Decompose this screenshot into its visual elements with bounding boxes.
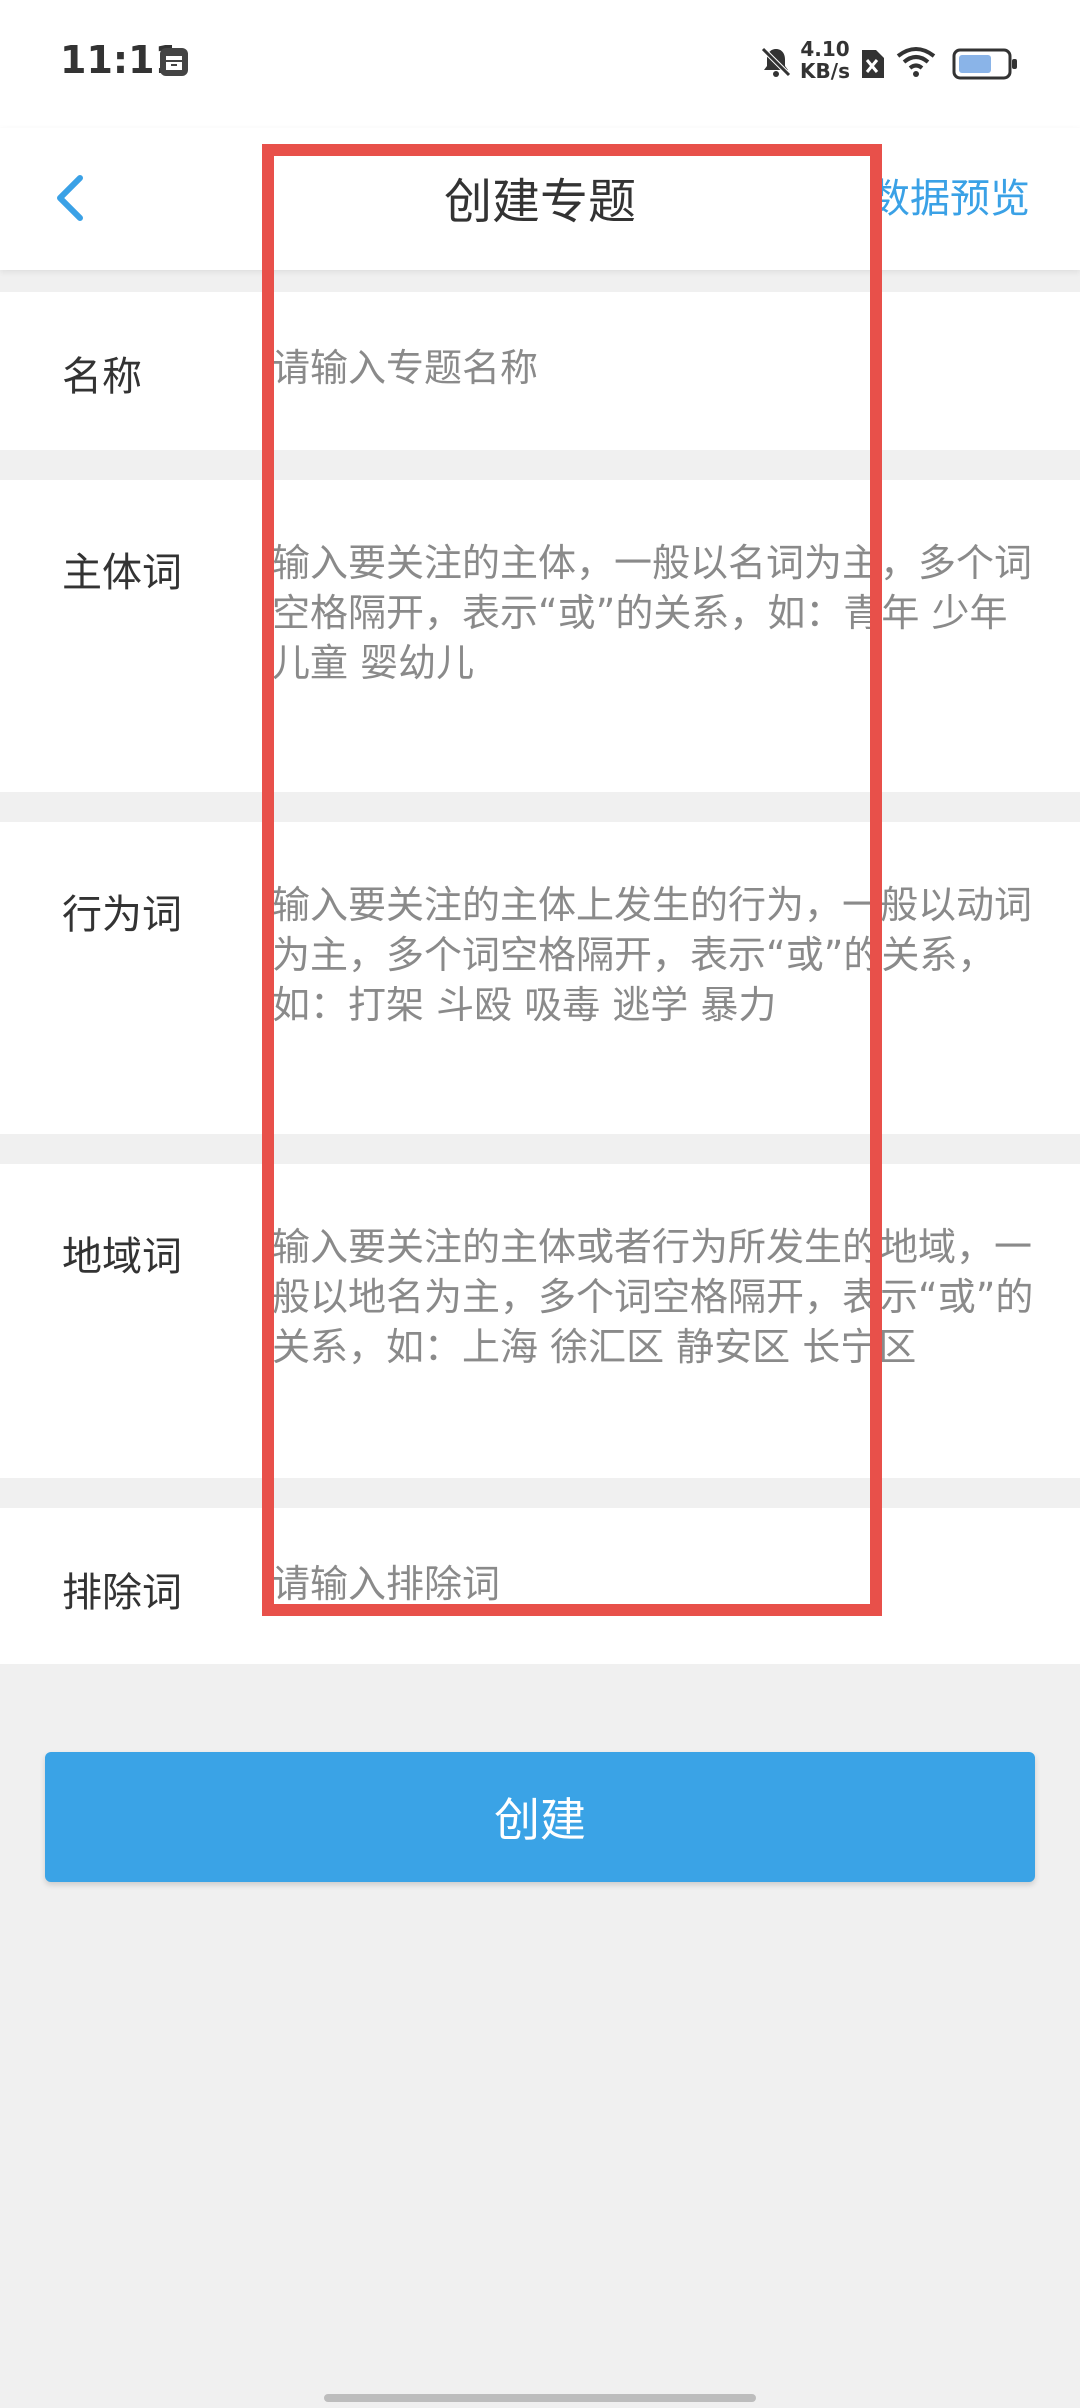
wifi-icon xyxy=(896,47,936,77)
mute-bell-icon xyxy=(761,47,791,77)
name-label: 名称 xyxy=(62,354,142,400)
subject-row: 主体词 xyxy=(0,480,1080,792)
app-header: 创建专题 数据预览 xyxy=(0,128,1080,270)
exclude-row: 排除词 xyxy=(0,1508,1080,1664)
network-speed: 4.10 KB/s xyxy=(800,38,850,82)
region-row: 地域词 xyxy=(0,1164,1080,1478)
network-speed-value: 4.10 xyxy=(800,37,850,61)
behavior-input[interactable] xyxy=(272,880,1050,1090)
region-label: 地域词 xyxy=(62,1234,182,1280)
network-speed-unit: KB/s xyxy=(800,59,850,83)
status-bar: 11:11 4.10 KB/s xyxy=(0,0,1080,128)
app-notification-icon xyxy=(160,48,188,76)
exclude-input[interactable] xyxy=(272,1558,1050,1610)
create-button[interactable]: 创建 xyxy=(45,1752,1035,1882)
subject-label: 主体词 xyxy=(62,550,182,596)
behavior-label: 行为词 xyxy=(62,892,182,938)
battery-icon xyxy=(952,48,1017,80)
region-input[interactable] xyxy=(272,1222,1050,1442)
exclude-label: 排除词 xyxy=(62,1570,182,1616)
behavior-row: 行为词 xyxy=(0,822,1080,1134)
home-indicator[interactable] xyxy=(324,2394,756,2402)
sim-off-icon xyxy=(862,50,884,78)
subject-input[interactable] xyxy=(272,538,1050,748)
name-row: 名称 xyxy=(0,292,1080,450)
name-input[interactable] xyxy=(272,342,1050,394)
data-preview-button[interactable]: 数据预览 xyxy=(870,166,1030,224)
